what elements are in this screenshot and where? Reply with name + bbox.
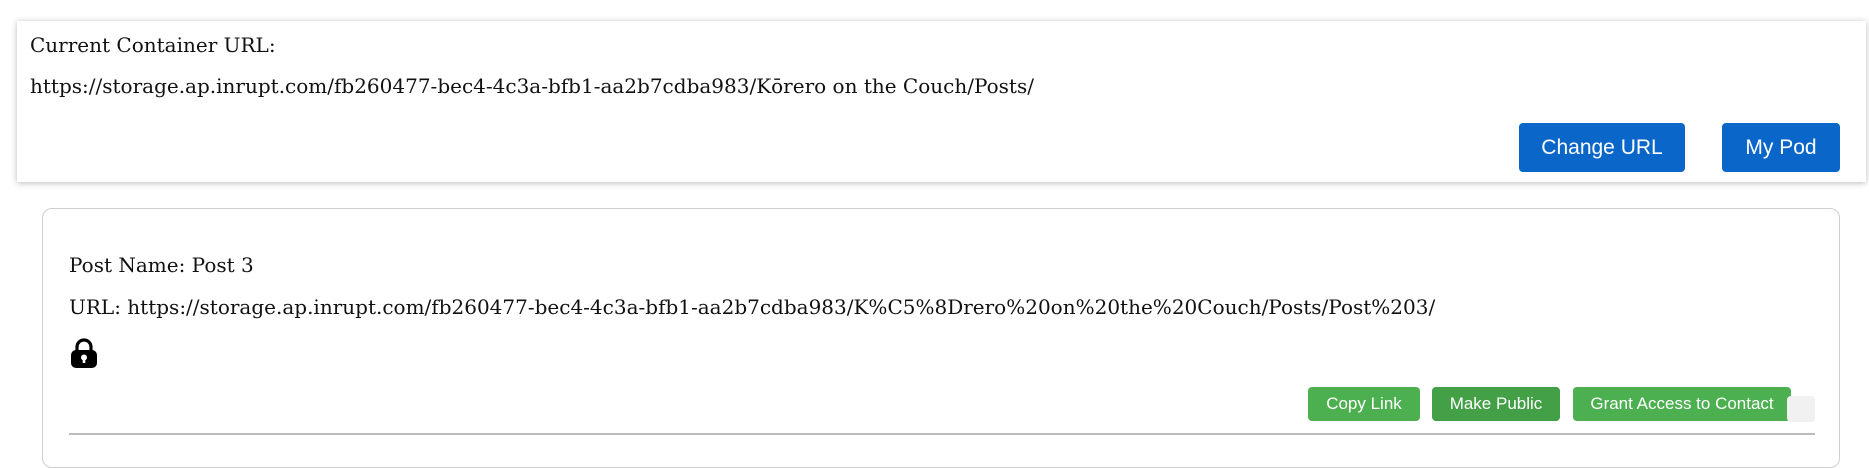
my-pod-button[interactable]: My Pod xyxy=(1722,123,1840,172)
post-card: Post Name: Post 3 URL: https://storage.a… xyxy=(42,208,1840,468)
container-url-value: https://storage.ap.inrupt.com/fb260477-b… xyxy=(30,74,1034,98)
grant-access-button[interactable]: Grant Access to Contact xyxy=(1573,387,1791,421)
make-public-button[interactable]: Make Public xyxy=(1432,387,1560,421)
change-url-button[interactable]: Change URL xyxy=(1519,123,1685,172)
post-url: URL: https://storage.ap.inrupt.com/fb260… xyxy=(69,295,1436,319)
container-url-panel: Current Container URL: https://storage.a… xyxy=(17,21,1866,182)
lock-icon xyxy=(68,337,100,369)
copy-link-button[interactable]: Copy Link xyxy=(1308,387,1420,421)
container-url-label: Current Container URL: xyxy=(30,33,276,57)
post-name: Post Name: Post 3 xyxy=(69,253,254,277)
divider xyxy=(69,433,1815,435)
more-options-button[interactable] xyxy=(1787,396,1815,422)
